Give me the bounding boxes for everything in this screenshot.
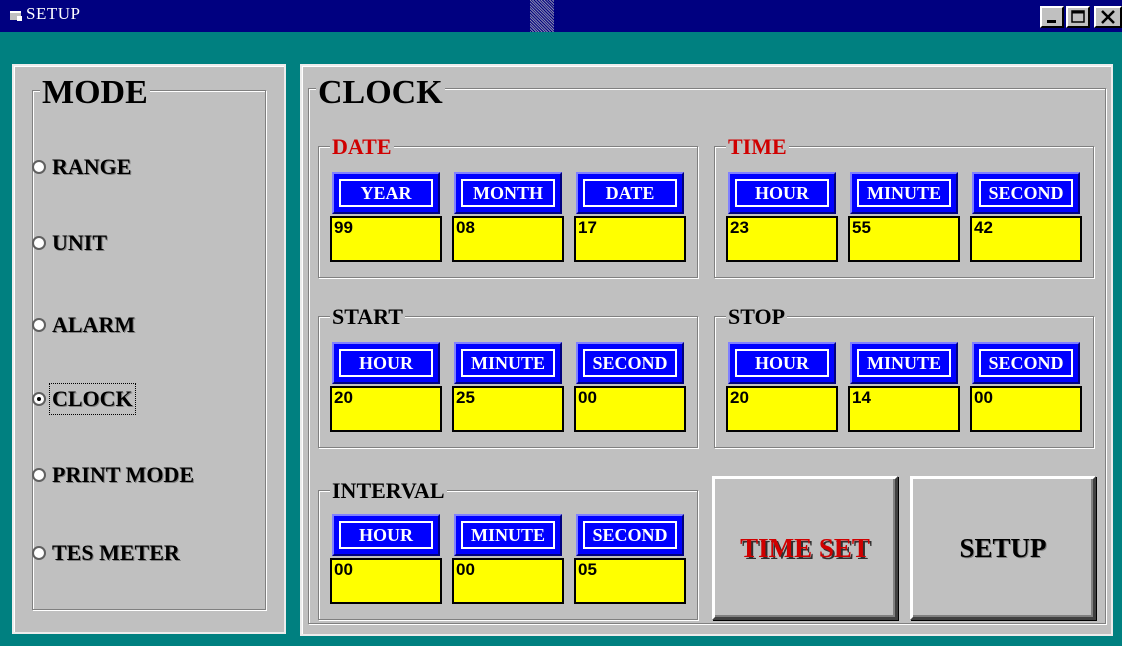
- time-minute-field[interactable]: 55: [848, 216, 960, 262]
- close-button[interactable]: [1094, 6, 1122, 28]
- start-hour-header: HOUR: [332, 342, 440, 384]
- start-second-field[interactable]: 00: [574, 386, 686, 432]
- start-hour-field[interactable]: 20: [330, 386, 442, 432]
- date-date-field[interactable]: 17: [574, 216, 686, 262]
- time-minute-header: MINUTE: [850, 172, 958, 214]
- radio-clock[interactable]: CLOCK: [32, 383, 136, 415]
- interval-minute-field[interactable]: 00: [452, 558, 564, 604]
- date-legend: DATE: [330, 134, 394, 159]
- start-legend: START: [330, 304, 405, 329]
- minimize-button[interactable]: [1040, 6, 1064, 28]
- interval-hour-header: HOUR: [332, 514, 440, 556]
- minimize-icon: [1047, 20, 1056, 23]
- stop-legend: STOP: [726, 304, 788, 329]
- time-second-field[interactable]: 42: [970, 216, 1082, 262]
- date-month-field[interactable]: 08: [452, 216, 564, 262]
- date-year-header: YEAR: [332, 172, 440, 214]
- date-date-header-label: DATE: [583, 179, 677, 207]
- stop-minute-header: MINUTE: [850, 342, 958, 384]
- date-month-header: MONTH: [454, 172, 562, 214]
- radio-tes-meter-dot[interactable]: [32, 546, 46, 560]
- interval-second-header-label: SECOND: [583, 521, 677, 549]
- stop-minute-header-label: MINUTE: [857, 349, 951, 377]
- start-second-header-label: SECOND: [583, 349, 677, 377]
- time-hour-header: HOUR: [728, 172, 836, 214]
- date-year-header-label: YEAR: [339, 179, 433, 207]
- stop-hour-header: HOUR: [728, 342, 836, 384]
- title-bar[interactable]: SETUP: [0, 0, 1122, 32]
- time-hour-field[interactable]: 23: [726, 216, 838, 262]
- stop-minute-field[interactable]: 14: [848, 386, 960, 432]
- window-menu-icon[interactable]: [10, 10, 22, 22]
- radio-print-mode[interactable]: PRINT MODE: [32, 460, 194, 490]
- time-legend: TIME: [726, 134, 789, 159]
- stop-hour-field[interactable]: 20: [726, 386, 838, 432]
- interval-second-header: SECOND: [576, 514, 684, 556]
- stop-second-field[interactable]: 00: [970, 386, 1082, 432]
- setup-window: SETUP MODE RANGE UNIT ALARM CLOCK PRINT …: [0, 0, 1122, 646]
- radio-clock-label[interactable]: CLOCK: [49, 383, 136, 415]
- interval-second-field[interactable]: 05: [574, 558, 686, 604]
- radio-unit-label[interactable]: UNIT: [52, 230, 107, 256]
- radio-range-label[interactable]: RANGE: [52, 154, 131, 180]
- time-hour-header-label: HOUR: [735, 179, 829, 207]
- stop-second-header: SECOND: [972, 342, 1080, 384]
- interval-legend: INTERVAL: [330, 478, 447, 503]
- start-hour-header-label: HOUR: [339, 349, 433, 377]
- start-minute-field[interactable]: 25: [452, 386, 564, 432]
- radio-tes-meter[interactable]: TES METER: [32, 538, 180, 568]
- time-second-header-label: SECOND: [979, 179, 1073, 207]
- mode-panel: MODE RANGE UNIT ALARM CLOCK PRINT MODE T…: [12, 64, 286, 634]
- start-minute-header-label: MINUTE: [461, 349, 555, 377]
- start-minute-header: MINUTE: [454, 342, 562, 384]
- stop-second-header-label: SECOND: [979, 349, 1073, 377]
- date-month-header-label: MONTH: [461, 179, 555, 207]
- mode-legend: MODE: [40, 74, 150, 111]
- radio-clock-dot[interactable]: [32, 392, 46, 406]
- radio-alarm-dot[interactable]: [32, 318, 46, 332]
- radio-print-mode-dot[interactable]: [32, 468, 46, 482]
- date-year-field[interactable]: 99: [330, 216, 442, 262]
- time-second-header: SECOND: [972, 172, 1080, 214]
- interval-hour-field[interactable]: 00: [330, 558, 442, 604]
- radio-range[interactable]: RANGE: [32, 152, 131, 182]
- radio-tes-meter-label[interactable]: TES METER: [52, 540, 180, 566]
- start-second-header: SECOND: [576, 342, 684, 384]
- maximize-button[interactable]: [1066, 6, 1090, 28]
- interval-hour-header-label: HOUR: [339, 521, 433, 549]
- maximize-icon: [1071, 10, 1085, 23]
- time-minute-header-label: MINUTE: [857, 179, 951, 207]
- radio-unit[interactable]: UNIT: [32, 228, 107, 258]
- title-bar-pattern: [530, 0, 554, 32]
- radio-alarm[interactable]: ALARM: [32, 310, 135, 340]
- radio-range-dot[interactable]: [32, 160, 46, 174]
- window-title: SETUP: [26, 4, 81, 23]
- clock-legend: CLOCK: [316, 74, 445, 111]
- setup-button[interactable]: SETUP: [910, 476, 1096, 620]
- stop-hour-header-label: HOUR: [735, 349, 829, 377]
- interval-minute-header: MINUTE: [454, 514, 562, 556]
- radio-unit-dot[interactable]: [32, 236, 46, 250]
- radio-print-mode-label[interactable]: PRINT MODE: [52, 462, 194, 488]
- close-icon: [1101, 10, 1115, 24]
- time-set-button[interactable]: TIME SET: [712, 476, 898, 620]
- date-date-header: DATE: [576, 172, 684, 214]
- radio-alarm-label[interactable]: ALARM: [52, 312, 135, 338]
- interval-minute-header-label: MINUTE: [461, 521, 555, 549]
